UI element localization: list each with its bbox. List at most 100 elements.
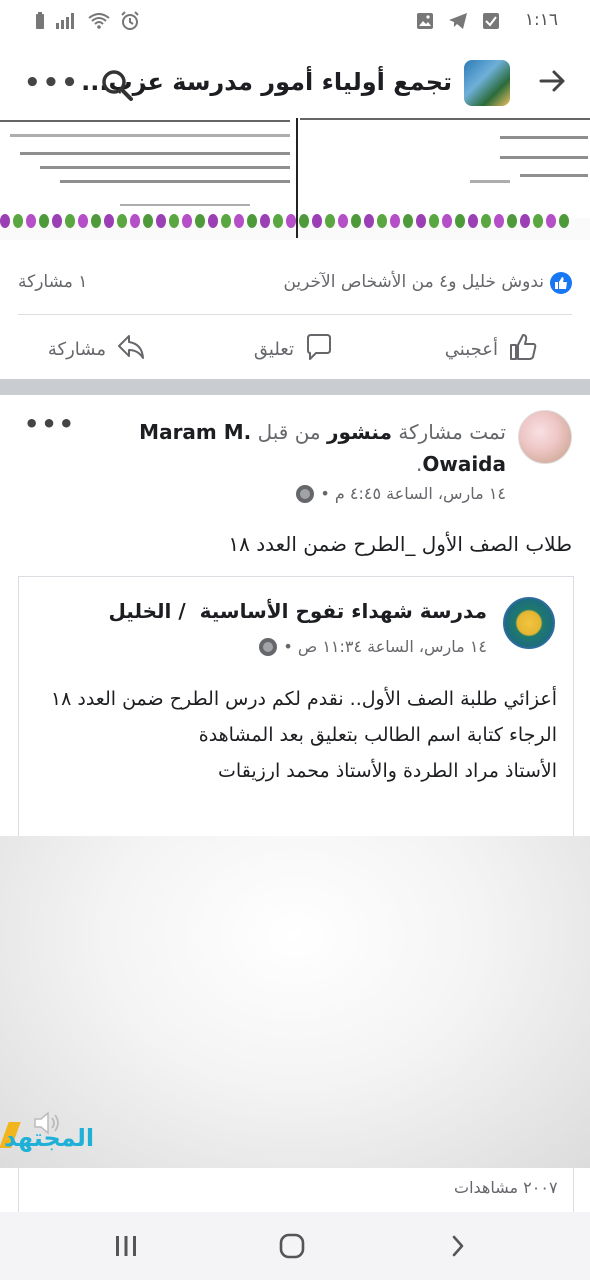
share-button[interactable]: مشاركة: [48, 332, 146, 367]
post-link[interactable]: منشور: [327, 420, 392, 444]
status-icons-right: [416, 12, 500, 34]
balloon-icon: [117, 214, 127, 228]
post-meta[interactable]: ١٤ مارس، الساعة ٤:٤٥ م •: [296, 484, 506, 503]
more-icon[interactable]: •••: [24, 68, 80, 98]
globe-icon: [296, 484, 315, 503]
balloon-icon: [78, 214, 88, 228]
comment-icon: [304, 332, 334, 367]
more-icon[interactable]: •••: [24, 410, 76, 438]
balloon-icon: [65, 214, 75, 228]
status-bar: ١:١٦: [0, 0, 590, 44]
balloon-icon: [195, 214, 205, 228]
balloon-icon: [559, 214, 569, 228]
balloon-icon: [156, 214, 166, 228]
balloon-border: [0, 214, 590, 234]
group-title[interactable]: تجمع أولياء أمور مدرسة عزب...: [81, 68, 452, 96]
balloon-icon: [260, 214, 270, 228]
balloon-icon: [39, 214, 49, 228]
balloon-icon: [546, 214, 556, 228]
balloon-icon: [338, 214, 348, 228]
status-time: ١:١٦: [524, 10, 558, 30]
balloon-icon: [13, 214, 23, 228]
status-icons-left: [34, 11, 140, 35]
balloon-icon: [299, 214, 309, 228]
home-icon[interactable]: [272, 1230, 312, 1262]
balloon-icon: [442, 214, 452, 228]
search-icon[interactable]: [100, 68, 134, 102]
page-logo[interactable]: [503, 597, 555, 649]
feed-separator: [0, 379, 590, 395]
balloon-icon: [351, 214, 361, 228]
back-icon[interactable]: [438, 1230, 478, 1262]
balloon-icon: [286, 214, 296, 228]
post-timestamp: ١٤ مارس، الساعة ٤:٤٥ م •: [320, 484, 506, 503]
balloon-icon: [481, 214, 491, 228]
page-name[interactable]: مدرسة شهداء تفوح الأساسية / الخليل: [108, 599, 487, 623]
wifi-icon: [88, 13, 110, 33]
shared-post-text: أعزائي طلبة الصف الأول.. نقدم لكم درس ال…: [33, 681, 557, 789]
channel-watermark: المجتهد: [0, 1111, 94, 1156]
shares-count[interactable]: ١ مشاركة: [18, 272, 87, 292]
group-thumbnail[interactable]: [464, 60, 510, 106]
header-prefix: تمت مشاركة: [398, 420, 506, 444]
shared-timestamp: ١٤ مارس، الساعة ١١:٣٤ ص •: [283, 637, 487, 656]
balloon-icon: [377, 214, 387, 228]
shared-post-meta[interactable]: ١٤ مارس، الساعة ١١:٣٤ ص •: [259, 637, 487, 656]
shared-text-line: الرجاء كتابة اسم الطالب بتعليق بعد المشا…: [198, 724, 557, 746]
balloon-icon: [520, 214, 530, 228]
balloon-icon: [390, 214, 400, 228]
balloon-icon: [26, 214, 36, 228]
balloon-icon: [468, 214, 478, 228]
balloon-icon: [507, 214, 517, 228]
balloon-icon: [403, 214, 413, 228]
balloon-icon: [52, 214, 62, 228]
battery-icon: [34, 12, 46, 34]
balloon-icon: [208, 214, 218, 228]
reactions-text[interactable]: ندوش خليل و٤ من الأشخاص الآخرين: [283, 272, 544, 292]
balloon-icon: [104, 214, 114, 228]
author-avatar[interactable]: [518, 410, 572, 464]
shared-post-card[interactable]: مدرسة شهداء تفوح الأساسية / الخليل ١٤ ما…: [18, 576, 574, 838]
share-label: مشاركة: [47, 339, 106, 360]
balloon-icon: [364, 214, 374, 228]
video-player[interactable]: المجتهد: [0, 836, 590, 1168]
signal-icon: [56, 13, 78, 33]
app-header: تجمع أولياء أمور مدرسة عزب... •••: [0, 44, 590, 124]
balloon-icon: [0, 214, 10, 228]
like-label: أعجبني: [444, 339, 498, 360]
balloon-icon: [455, 214, 465, 228]
post-header: تمت مشاركة منشور من قبل Maram M. Owaida.: [46, 416, 506, 480]
views-count: ٢٠٠٧ مشاهدات: [454, 1178, 558, 1197]
speaker-icon[interactable]: [32, 1110, 62, 1136]
balloon-icon: [221, 214, 231, 228]
thumbs-up-icon: [508, 332, 538, 367]
globe-icon: [259, 637, 278, 656]
balloon-icon: [416, 214, 426, 228]
divider: [18, 314, 572, 315]
previous-post-image[interactable]: [0, 118, 590, 240]
header-by: من قبل: [257, 420, 321, 444]
balloon-icon: [91, 214, 101, 228]
balloon-icon: [143, 214, 153, 228]
like-button[interactable]: أعجبني: [445, 332, 538, 367]
shared-text-line: أعزائي طلبة الصف الأول.. نقدم لكم درس ال…: [50, 688, 557, 710]
system-nav-bar: [0, 1212, 590, 1280]
balloon-icon: [273, 214, 283, 228]
checkbox-icon: [482, 12, 500, 34]
balloon-icon: [130, 214, 140, 228]
balloon-icon: [312, 214, 322, 228]
comment-label: تعليق: [253, 339, 294, 360]
shared-text-line: الأستاذ مراد الطردة والأستاذ محمد ارزيقا…: [218, 760, 557, 782]
worksheet-image: [0, 118, 590, 238]
share-arrow-icon: [116, 332, 146, 367]
balloon-icon: [182, 214, 192, 228]
arrow-right-icon[interactable]: [534, 66, 570, 102]
reactions-summary[interactable]: ندوش خليل و٤ من الأشخاص الآخرين ١ مشاركة: [0, 262, 590, 302]
balloon-icon: [533, 214, 543, 228]
balloon-icon: [169, 214, 179, 228]
recent-apps-icon[interactable]: [106, 1230, 146, 1262]
alarm-icon: [120, 11, 140, 35]
telegram-icon: [448, 12, 468, 34]
balloon-icon: [325, 214, 335, 228]
comment-button[interactable]: تعليق: [254, 332, 334, 367]
